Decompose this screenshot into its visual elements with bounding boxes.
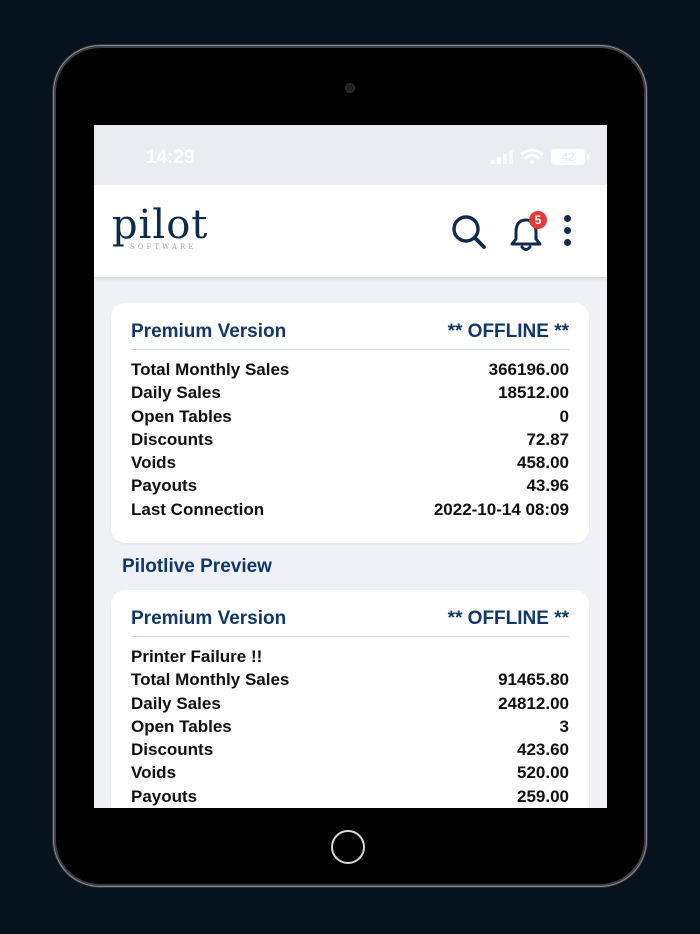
signal-icon: [491, 150, 513, 164]
stat-row: Total Monthly Sales 366196.00: [131, 360, 569, 379]
section-title: Pilotlive Preview: [122, 556, 272, 577]
front-camera: [345, 83, 355, 93]
stat-row: Voids 458.00: [131, 453, 569, 473]
stat-row: Discounts 423.60: [131, 740, 569, 760]
notifications-button[interactable]: 5: [508, 211, 548, 251]
stat-row: Payouts 259.00: [131, 786, 569, 806]
store-card-1[interactable]: Premium Version ** OFFLINE ** Total Mont…: [111, 303, 589, 543]
status-icons: 42: [491, 149, 589, 165]
stat-row: Last Connection 2022-10-14 08:09: [131, 499, 569, 519]
stat-row: Open Tables 3: [131, 716, 569, 736]
notification-badge: 5: [529, 211, 547, 229]
search-icon[interactable]: [450, 213, 488, 251]
stat-row: Open Tables 0: [131, 406, 569, 426]
connection-status: ** OFFLINE **: [447, 321, 569, 342]
stat-row: Discounts 72.87: [131, 429, 569, 449]
battery-icon: 42: [551, 149, 589, 165]
connection-status: ** OFFLINE **: [447, 608, 569, 629]
card-header: Premium Version ** OFFLINE **: [131, 321, 569, 350]
alert-text: Printer Failure !!: [131, 647, 263, 666]
home-button[interactable]: [331, 830, 365, 864]
version-label: Premium Version: [131, 321, 287, 342]
logo-text: pilot: [112, 202, 209, 248]
version-label: Premium Version: [131, 608, 287, 629]
stat-row: Voids 520.00: [131, 763, 569, 783]
stat-row: Total Monthly Sales 91465.80: [131, 670, 569, 690]
stat-row: Payouts 43.96: [131, 476, 569, 496]
app-bar: pilot SOFTWARE 5: [94, 185, 607, 277]
wifi-icon: [521, 149, 543, 165]
store-card-2[interactable]: Premium Version ** OFFLINE ** Printer Fa…: [111, 590, 589, 808]
stat-row: Daily Sales 18512.00: [131, 383, 569, 403]
status-bar: 14:29 42: [94, 125, 607, 185]
card-header: Premium Version ** OFFLINE **: [131, 608, 569, 637]
more-options-icon[interactable]: [564, 215, 571, 246]
app-screen: 14:29 42 pilot SOFTWARE 5 Premium Versio…: [94, 125, 607, 808]
alert-row: Printer Failure !!: [131, 645, 569, 668]
status-time: 14:29: [146, 147, 195, 168]
pilot-logo[interactable]: pilot SOFTWARE: [112, 203, 208, 251]
stat-row: Daily Sales 24812.00: [131, 693, 569, 713]
